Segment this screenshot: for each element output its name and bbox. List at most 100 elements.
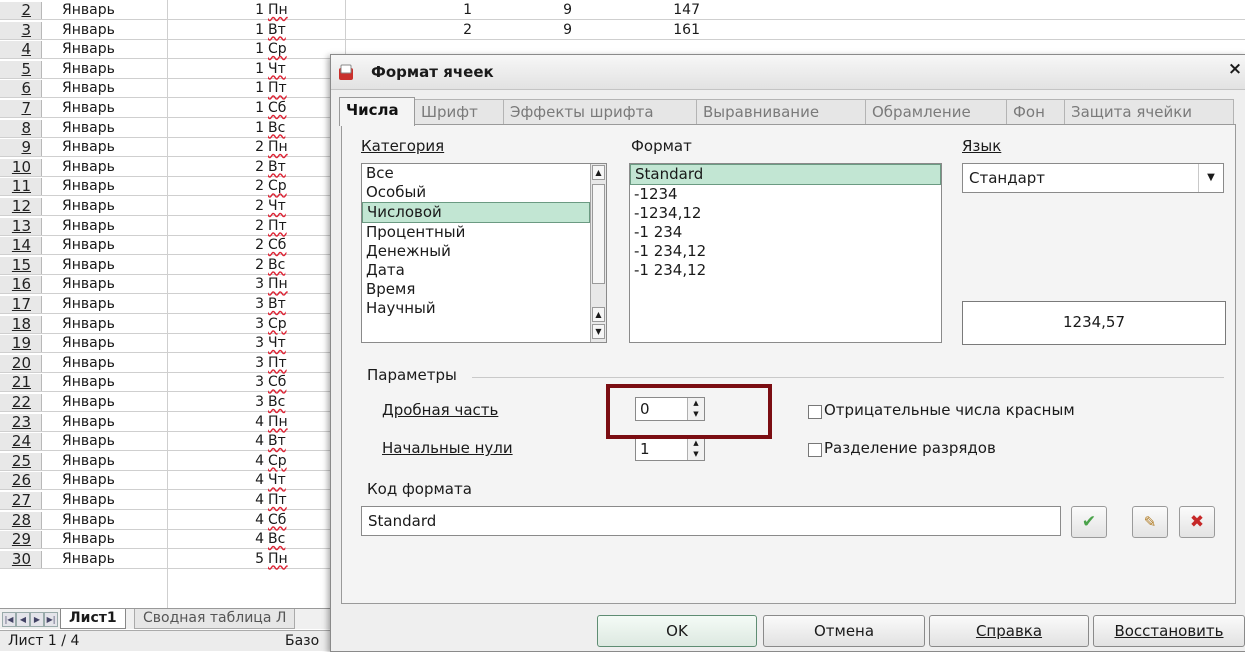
week-cell[interactable]: 3 [200,394,264,411]
spin-up-icon[interactable]: ▲ [688,438,704,449]
week-cell[interactable]: 1 [200,100,264,117]
value-cell[interactable]: 9 [520,2,572,19]
weekday-cell[interactable]: Вс [268,257,285,274]
row-number[interactable]: 9 [0,139,42,157]
weekday-cell[interactable]: Пт [268,218,287,235]
week-cell[interactable]: 2 [200,237,264,254]
weekday-cell[interactable]: Чт [268,472,286,489]
weekday-cell[interactable]: Пт [268,80,287,97]
cancel-button[interactable]: Отмена [763,615,925,647]
reset-button[interactable]: Восстановить [1093,615,1245,647]
value-cell[interactable]: 147 [640,2,700,19]
row-number[interactable]: 24 [0,433,42,451]
format-code-input[interactable]: Standard [361,506,1061,536]
row-number[interactable]: 10 [0,158,42,176]
month-cell[interactable]: Январь [62,512,115,529]
week-cell[interactable]: 4 [200,433,264,450]
row-number[interactable]: 18 [0,315,42,333]
row-number[interactable]: 5 [0,60,42,78]
row-number[interactable]: 6 [0,80,42,98]
week-cell[interactable]: 1 [200,61,264,78]
weekday-cell[interactable]: Ср [268,41,287,58]
row-number[interactable]: 30 [0,550,42,568]
row-number[interactable]: 25 [0,452,42,470]
weekday-cell[interactable]: Вс [268,394,285,411]
week-cell[interactable]: 3 [200,355,264,372]
row-number[interactable]: 29 [0,531,42,549]
spin-down-icon[interactable]: ▼ [688,449,704,460]
category-item[interactable]: Процентный [362,223,606,242]
next-sheet-icon[interactable]: ▶ [30,612,44,627]
weekday-cell[interactable]: Ср [268,178,287,195]
row-number[interactable]: 23 [0,413,42,431]
month-cell[interactable]: Январь [62,296,115,313]
month-cell[interactable]: Январь [62,335,115,352]
row-number[interactable]: 16 [0,276,42,294]
week-cell[interactable]: 4 [200,512,264,529]
value-cell[interactable]: 1 [420,2,472,19]
week-cell[interactable]: 1 [200,80,264,97]
row-number[interactable]: 21 [0,374,42,392]
thousands-separator-checkbox[interactable] [808,443,822,457]
row-number[interactable]: 15 [0,256,42,274]
week-cell[interactable]: 4 [200,492,264,509]
month-cell[interactable]: Январь [62,41,115,58]
month-cell[interactable]: Январь [62,80,115,97]
row-number[interactable]: 17 [0,296,42,313]
table-row[interactable]: 2 Январь 1 Пн 1 9 147 [0,2,1245,20]
month-cell[interactable]: Январь [62,100,115,117]
tab-item[interactable]: Эффекты шрифта [503,99,697,124]
month-cell[interactable]: Январь [62,61,115,78]
month-cell[interactable]: Январь [62,472,115,489]
row-number[interactable]: 3 [0,21,42,39]
weekday-cell[interactable]: Сб [268,100,286,117]
month-cell[interactable]: Январь [62,139,115,156]
category-item[interactable]: Время [362,280,606,299]
tab-item[interactable]: Шрифт [414,99,504,124]
weekday-cell[interactable]: Вс [268,120,285,137]
format-item[interactable]: -1 234 [630,223,941,242]
week-cell[interactable]: 2 [200,159,264,176]
format-item[interactable]: -1234,12 [630,204,941,223]
month-cell[interactable]: Январь [62,551,115,568]
row-number[interactable]: 27 [0,492,42,509]
weekday-cell[interactable]: Пт [268,355,287,372]
format-list[interactable]: Standard -1234 -1234,12 -1 234 -1 234,12 -1 2… [629,163,942,343]
apply-check-icon[interactable]: ✔ [1071,506,1107,538]
week-cell[interactable]: 4 [200,531,264,548]
weekday-cell[interactable]: Ср [268,316,287,333]
month-cell[interactable]: Январь [62,414,115,431]
row-number[interactable]: 13 [0,217,42,235]
tab-item[interactable]: Защита ячейки [1064,99,1234,124]
weekday-cell[interactable]: Сб [268,237,286,254]
row-number[interactable]: 4 [0,41,42,59]
month-cell[interactable]: Январь [62,453,115,470]
tab-item[interactable]: Выравнивание [696,99,866,124]
week-cell[interactable]: 4 [200,414,264,431]
weekday-cell[interactable]: Пн [268,276,288,293]
delete-icon[interactable]: ✖ [1179,506,1215,538]
month-cell[interactable]: Январь [62,218,115,235]
category-item[interactable]: Научный [362,299,606,318]
month-cell[interactable]: Январь [62,531,115,548]
dropdown-arrow-icon[interactable]: ▼ [1198,164,1223,192]
month-cell[interactable]: Январь [62,178,115,195]
weekday-cell[interactable]: Пн [268,139,288,156]
month-cell[interactable]: Январь [62,355,115,372]
ok-button[interactable]: OK [597,615,757,647]
weekday-cell[interactable]: Пн [268,414,288,431]
weekday-cell[interactable]: Сб [268,512,286,529]
sheet-tab-pivot[interactable]: Сводная таблица Л [134,609,296,629]
weekday-cell[interactable]: Пн [268,551,288,568]
weekday-cell[interactable]: Вт [268,433,286,450]
week-cell[interactable]: 3 [200,296,264,313]
weekday-cell[interactable]: Вт [268,22,286,39]
week-cell[interactable]: 1 [200,41,264,58]
month-cell[interactable]: Январь [62,237,115,254]
month-cell[interactable]: Январь [62,433,115,450]
tab-item[interactable]: Обрамление [865,99,1007,124]
format-item[interactable]: Standard [630,164,941,185]
weekday-cell[interactable]: Сб [268,374,286,391]
week-cell[interactable]: 3 [200,335,264,352]
month-cell[interactable]: Январь [62,22,115,39]
